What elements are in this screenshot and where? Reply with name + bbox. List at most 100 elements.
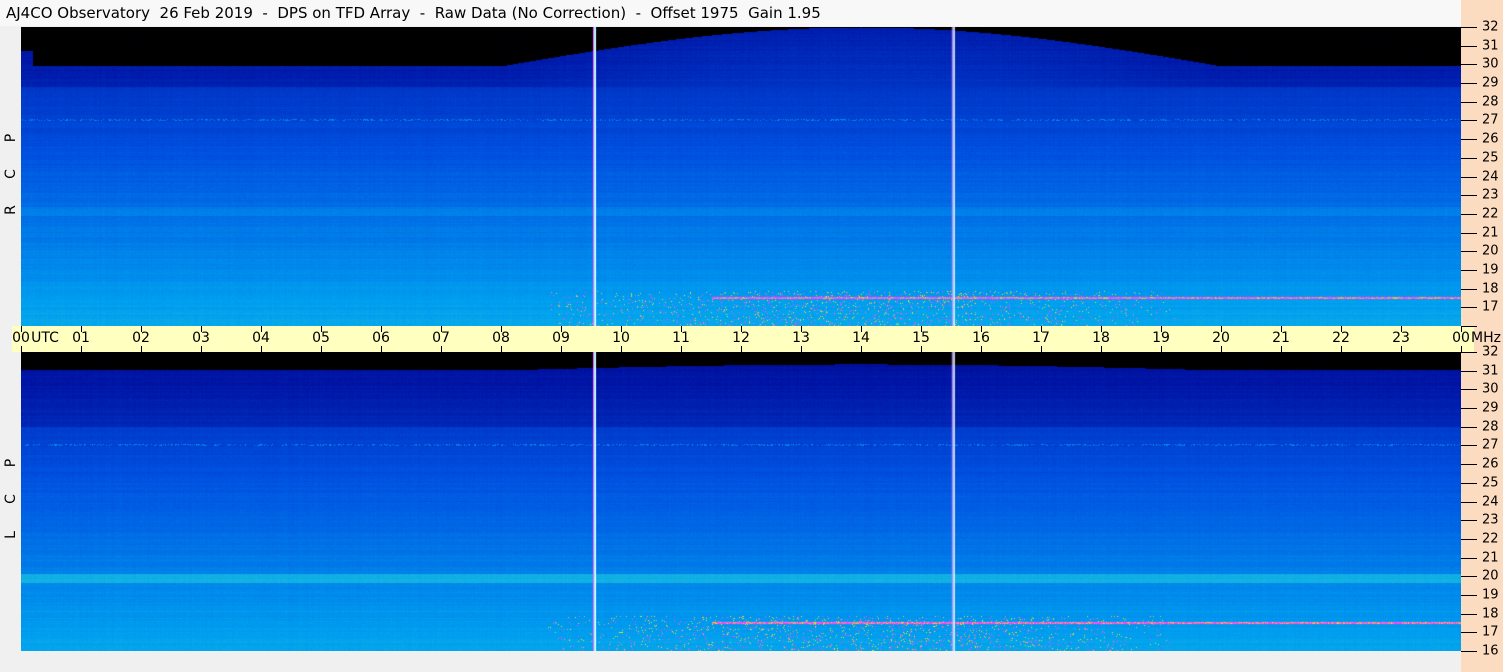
freq-tick	[1461, 270, 1477, 271]
freq-tick-label: 18	[1482, 281, 1499, 297]
freq-tick	[1461, 326, 1477, 327]
utc-label: UTC	[31, 330, 59, 346]
freq-tick	[1461, 195, 1477, 196]
time-tick	[261, 346, 262, 352]
freq-tick-label: 21	[1482, 550, 1499, 566]
freq-tick	[1461, 464, 1477, 465]
panel-letter: P	[3, 133, 19, 143]
freq-tick-label: 29	[1482, 400, 1499, 416]
time-tick-label: 13	[792, 330, 810, 346]
freq-tick	[1461, 558, 1477, 559]
time-tick-label: 17	[1032, 330, 1050, 346]
time-tick	[1161, 346, 1162, 352]
time-tick	[321, 346, 322, 352]
time-tick	[21, 346, 22, 352]
freq-tick	[1461, 502, 1477, 503]
chart-title: AJ4CO Observatory 26 Feb 2019 - DPS on T…	[0, 0, 1461, 26]
freq-tick	[1461, 120, 1477, 121]
time-tick-label: 18	[1092, 330, 1110, 346]
time-tick-label: 05	[312, 330, 330, 346]
freq-tick-label: 32	[1482, 344, 1499, 360]
freq-tick	[1461, 408, 1477, 409]
freq-tick-label: 19	[1482, 262, 1499, 278]
panel-letter: C	[3, 494, 19, 504]
time-tick-label: 23	[1392, 330, 1410, 346]
time-tick-label: 10	[612, 330, 630, 346]
freq-tick	[1461, 158, 1477, 159]
time-tick	[1341, 346, 1342, 352]
freq-tick	[1461, 539, 1477, 540]
time-tick-label: 14	[852, 330, 870, 346]
time-tick-label: 09	[552, 330, 570, 346]
freq-tick-label: 31	[1482, 38, 1499, 54]
time-tick	[501, 346, 502, 352]
freq-tick-label: 30	[1482, 381, 1499, 397]
freq-tick-label: 17	[1482, 299, 1499, 315]
freq-tick	[1461, 427, 1477, 428]
freq-tick-label: 27	[1482, 112, 1499, 128]
freq-tick-label: 28	[1482, 419, 1499, 435]
freq-tick-label: 22	[1482, 531, 1499, 547]
freq-tick	[1461, 520, 1477, 521]
freq-tick-label: 31	[1482, 363, 1499, 379]
time-tick-label: 03	[192, 330, 210, 346]
time-tick-label: 00	[1452, 330, 1470, 346]
time-tick	[381, 346, 382, 352]
freq-tick-label: 19	[1482, 587, 1499, 603]
freq-tick-label: 25	[1482, 475, 1499, 491]
freq-tick-label: 20	[1482, 243, 1499, 259]
time-tick	[921, 346, 922, 352]
time-tick-label: 19	[1152, 330, 1170, 346]
freq-tick-label: 21	[1482, 225, 1499, 241]
rcp-panel-label: P C R	[2, 120, 20, 228]
time-tick-label: 22	[1332, 330, 1350, 346]
time-tick	[861, 346, 862, 352]
freq-tick-label: 30	[1482, 56, 1499, 72]
freq-tick	[1461, 445, 1477, 446]
panel-letter: L	[3, 531, 19, 539]
time-tick	[201, 346, 202, 352]
freq-tick	[1461, 251, 1477, 252]
time-tick-label: 00	[12, 330, 30, 346]
time-tick-label: 12	[732, 330, 750, 346]
freq-tick	[1461, 483, 1477, 484]
freq-tick-label: 24	[1482, 494, 1499, 509]
time-tick	[1041, 346, 1042, 352]
time-tick-label: 01	[72, 330, 90, 346]
freq-tick-label: 26	[1482, 131, 1499, 147]
time-tick	[441, 346, 442, 352]
freq-tick-label: 17	[1482, 624, 1499, 640]
freq-tick	[1461, 371, 1477, 372]
freq-tick	[1461, 46, 1477, 47]
time-tick-label: 11	[672, 330, 690, 346]
freq-tick-label: 25	[1482, 150, 1499, 166]
time-tick	[1101, 346, 1102, 352]
freq-tick	[1461, 214, 1477, 215]
freq-tick	[1461, 632, 1477, 633]
time-tick	[801, 346, 802, 352]
time-tick	[1221, 346, 1222, 352]
freq-tick	[1461, 27, 1477, 28]
time-tick-label: 06	[372, 330, 390, 346]
freq-tick	[1461, 389, 1477, 390]
freq-tick-label: 22	[1482, 206, 1499, 222]
freq-tick	[1461, 651, 1477, 652]
time-tick	[81, 346, 82, 352]
panel-letter: P	[3, 458, 19, 468]
time-tick	[1281, 346, 1282, 352]
freq-tick	[1461, 233, 1477, 234]
time-tick-label: 16	[972, 330, 990, 346]
freq-tick	[1461, 177, 1477, 178]
freq-tick-label: 27	[1482, 437, 1499, 453]
time-tick-label: 15	[912, 330, 930, 346]
freq-tick	[1461, 595, 1477, 596]
panel-letter: C	[3, 169, 19, 179]
freq-tick-label: 24	[1482, 169, 1499, 184]
time-tick-label: 21	[1272, 330, 1290, 346]
lcp-spectrogram	[21, 352, 1461, 651]
freq-tick-label: 26	[1482, 456, 1499, 472]
freq-tick-label: 16	[1482, 643, 1499, 659]
freq-tick	[1461, 83, 1477, 84]
freq-tick	[1461, 352, 1477, 353]
freq-tick-label: 20	[1482, 568, 1499, 584]
